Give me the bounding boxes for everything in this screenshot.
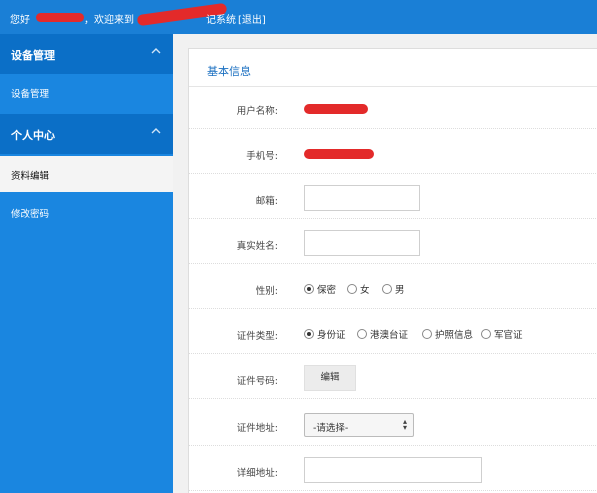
welcome-text: ，欢迎来到 <box>84 15 134 26</box>
row-username: 用户名称: <box>189 89 597 129</box>
sidebar-item-device-management[interactable]: 设备管理 <box>0 74 173 110</box>
radio-unchecked-icon[interactable] <box>422 329 432 339</box>
id-address-select[interactable]: -请选择- ▴ ▾ <box>304 413 414 437</box>
sidebar-item-label: 资料编辑 <box>11 171 50 182</box>
id-type-option-idcard[interactable]: 身份证 <box>304 327 346 341</box>
sidebar-section-label: 个人中心 <box>11 129 55 142</box>
id-number-label: 证件号码: <box>236 376 278 387</box>
sidebar-item-profile-edit[interactable]: 资料编辑 <box>0 156 173 192</box>
phone-label: 手机号: <box>246 151 278 162</box>
row-phone: 手机号: <box>189 134 597 174</box>
radio-unchecked-icon[interactable] <box>357 329 367 339</box>
id-type-option-officer[interactable]: 军官证 <box>481 327 523 341</box>
row-email: 邮箱: <box>189 179 597 219</box>
radio-unchecked-icon[interactable] <box>481 329 491 339</box>
email-label: 邮箱: <box>255 196 278 207</box>
gender-label: 性别: <box>255 286 278 297</box>
id-type-option-hkmo[interactable]: 港澳台证 <box>357 327 408 341</box>
id-type-option-passport[interactable]: 护照信息 <box>422 327 473 341</box>
row-id-type: 证件类型: 身份证 港澳台证 护照信息 军官证 <box>189 314 597 354</box>
gender-option-male[interactable]: 男 <box>382 282 405 296</box>
chevron-up-icon <box>151 128 161 134</box>
radio-unchecked-icon[interactable] <box>347 284 357 294</box>
redacted-username <box>36 13 84 22</box>
logout-link[interactable]: [退出] <box>238 11 266 26</box>
sidebar-section-label: 设备管理 <box>11 49 55 62</box>
redacted-phone-value <box>304 149 374 159</box>
row-id-number: 证件号码: 编辑 <box>189 359 597 399</box>
greeting-text: 您好 <box>10 15 30 26</box>
redacted-username-value <box>304 104 368 114</box>
id-address-selected: -请选择- <box>313 423 349 434</box>
system-name-tail: 记系统 <box>206 15 236 26</box>
email-input[interactable] <box>304 185 420 211</box>
detail-address-input[interactable] <box>304 457 482 483</box>
panel-header: 基本信息 <box>189 49 597 87</box>
realname-input[interactable] <box>304 230 420 256</box>
top-bar: 您好 ，欢迎来到 记系统 [退出] <box>0 0 597 34</box>
radio-checked-icon[interactable] <box>304 329 314 339</box>
row-gender: 性别: 保密 女 男 <box>189 269 597 309</box>
profile-panel: 基本信息 用户名称: 手机号: 邮箱: 真实姓名: 性别: 保密 女 男 证件类… <box>188 48 597 493</box>
id-type-label: 证件类型: <box>236 331 278 342</box>
realname-label: 真实姓名: <box>236 241 278 252</box>
detail-address-label: 详细地址: <box>236 468 278 479</box>
radio-unchecked-icon[interactable] <box>382 284 392 294</box>
gender-option-female[interactable]: 女 <box>347 282 370 296</box>
sidebar-item-label: 设备管理 <box>11 89 50 100</box>
sidebar-item-label: 修改密码 <box>11 209 50 220</box>
username-label: 用户名称: <box>236 106 278 117</box>
sidebar: 设备管理 设备管理 个人中心 资料编辑 修改密码 <box>0 34 173 493</box>
radio-checked-icon[interactable] <box>304 284 314 294</box>
row-id-address: 证件地址: -请选择- ▴ ▾ <box>189 406 597 446</box>
row-detail-address: 详细地址: <box>189 451 597 491</box>
id-address-label: 证件地址: <box>236 423 278 434</box>
sidebar-section-personal[interactable]: 个人中心 <box>0 114 173 154</box>
select-arrows-icon: ▴ ▾ <box>402 417 407 432</box>
panel-title: 基本信息 <box>207 65 251 78</box>
gender-option-secret[interactable]: 保密 <box>304 282 336 296</box>
sidebar-section-device[interactable]: 设备管理 <box>0 34 173 74</box>
row-realname: 真实姓名: <box>189 224 597 264</box>
chevron-up-icon <box>151 48 161 54</box>
edit-button[interactable]: 编辑 <box>304 365 356 391</box>
sidebar-item-change-password[interactable]: 修改密码 <box>0 194 173 230</box>
